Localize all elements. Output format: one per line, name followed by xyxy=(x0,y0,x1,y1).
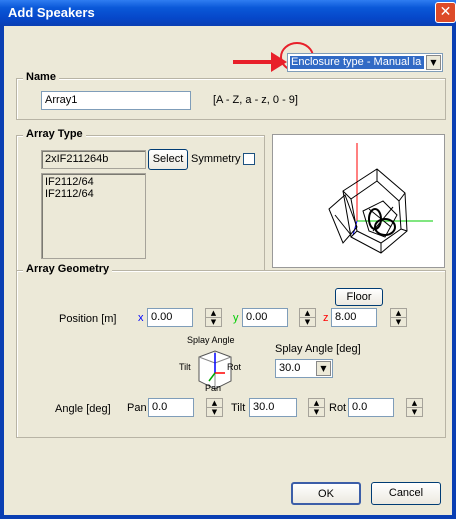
symmetry-checkbox[interactable] xyxy=(243,153,255,165)
floor-button[interactable]: Floor xyxy=(335,288,383,306)
spin-up-icon[interactable]: ▲ xyxy=(206,309,221,318)
tilt-input[interactable]: 30.0 xyxy=(249,398,297,417)
window-border-bottom xyxy=(0,515,456,519)
chevron-down-icon[interactable]: ▼ xyxy=(316,361,331,376)
position-x-spinner[interactable]: ▲ ▼ xyxy=(205,308,222,327)
rot-input[interactable]: 0.0 xyxy=(348,398,394,417)
diagram-splay-label: Splay Angle xyxy=(187,335,235,345)
position-z-input[interactable]: 8.00 xyxy=(331,308,377,327)
z-label: z xyxy=(323,312,329,324)
spin-down-icon[interactable]: ▼ xyxy=(407,408,422,416)
enclosure-type-select[interactable]: Enclosure type - Manual la ▼ xyxy=(287,53,443,72)
name-hint: [A - Z, a - z, 0 - 9] xyxy=(213,94,298,106)
window-title: Add Speakers xyxy=(8,5,95,20)
diagram-pan-label: Pan xyxy=(205,383,222,393)
rot-spinner[interactable]: ▲ ▼ xyxy=(406,398,423,417)
pan-input[interactable]: 0.0 xyxy=(148,398,194,417)
x-label: x xyxy=(138,312,144,324)
list-item[interactable]: IF2112/64 xyxy=(45,188,142,200)
splay-angle-select[interactable]: 30.0 ▼ xyxy=(275,359,333,378)
tilt-label: Tilt xyxy=(231,402,246,414)
y-label: y xyxy=(233,312,239,324)
spin-down-icon[interactable]: ▼ xyxy=(309,408,324,416)
spin-up-icon[interactable]: ▲ xyxy=(391,309,406,318)
position-y-input[interactable]: 0.00 xyxy=(242,308,288,327)
close-button[interactable]: ✕ xyxy=(435,2,456,23)
enclosure-type-value: Enclosure type - Manual la xyxy=(291,56,422,68)
title-bar: Add Speakers ✕ xyxy=(0,0,456,26)
window-border-right xyxy=(452,26,456,519)
cancel-button[interactable]: Cancel xyxy=(371,482,441,505)
spin-up-icon[interactable]: ▲ xyxy=(407,399,422,408)
splay-angle-label: Splay Angle [deg] xyxy=(275,343,361,355)
angle-label: Angle [deg] xyxy=(55,403,111,415)
rot-label: Rot xyxy=(329,402,347,414)
position-x-input[interactable]: 0.00 xyxy=(147,308,193,327)
array-type-field: 2xIF211264b xyxy=(41,150,146,169)
name-input[interactable]: Array1 xyxy=(41,91,191,110)
name-group-label: Name xyxy=(23,71,59,83)
spin-up-icon[interactable]: ▲ xyxy=(309,399,324,408)
list-item[interactable]: IF2112/64 xyxy=(45,176,142,188)
ok-button[interactable]: OK xyxy=(291,482,361,505)
spin-down-icon[interactable]: ▼ xyxy=(391,318,406,326)
select-button[interactable]: Select xyxy=(148,149,188,170)
dialog-client: Enclosure type - Manual la ▼ Name Array1… xyxy=(4,26,452,515)
spin-up-icon[interactable]: ▲ xyxy=(207,399,222,408)
spin-up-icon[interactable]: ▲ xyxy=(300,309,315,318)
speaker-array-3d-image xyxy=(328,143,433,254)
spin-down-icon[interactable]: ▼ xyxy=(207,408,222,416)
chevron-down-icon[interactable]: ▼ xyxy=(426,55,441,70)
add-speakers-window: Add Speakers ✕ Enclosure type - Manual l… xyxy=(0,0,456,519)
array-elements-list[interactable]: IF2112/64 IF2112/64 xyxy=(41,173,146,259)
array-geometry-group-label: Array Geometry xyxy=(23,263,113,275)
array-3d-preview[interactable] xyxy=(272,134,445,268)
array-type-group: Array Type 2xIF211264b Select Symmetry I… xyxy=(16,128,265,271)
position-z-spinner[interactable]: ▲ ▼ xyxy=(390,308,407,327)
array-type-group-label: Array Type xyxy=(23,128,86,140)
diagram-tilt-label: Tilt xyxy=(179,362,191,372)
tilt-spinner[interactable]: ▲ ▼ xyxy=(308,398,325,417)
pan-label: Pan xyxy=(127,402,147,414)
diagram-rot-label: Rot xyxy=(227,362,242,372)
splay-angle-value: 30.0 xyxy=(279,362,301,374)
position-label: Position [m] xyxy=(59,313,117,325)
symmetry-label: Symmetry xyxy=(191,153,241,165)
position-y-spinner[interactable]: ▲ ▼ xyxy=(299,308,316,327)
spin-down-icon[interactable]: ▼ xyxy=(206,318,221,326)
pan-spinner[interactable]: ▲ ▼ xyxy=(206,398,223,417)
spin-down-icon[interactable]: ▼ xyxy=(300,318,315,326)
array-geometry-group: Array Geometry Floor Position [m] x 0.00… xyxy=(16,263,446,438)
name-group: Name Array1 [A - Z, a - z, 0 - 9] xyxy=(16,71,446,120)
